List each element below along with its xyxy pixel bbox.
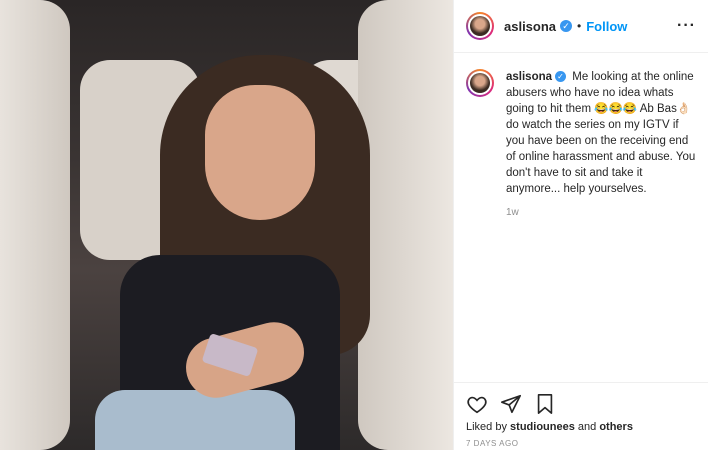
actions-bar: Liked by studiounees and others 7 DAYS A… xyxy=(454,382,708,451)
more-options-icon[interactable]: ··· xyxy=(677,17,696,35)
verified-badge-icon: ✓ xyxy=(555,71,567,83)
likes-and: and xyxy=(577,421,597,433)
caption-text: Me looking at the online abusers who hav… xyxy=(506,71,696,195)
post-sidebar: aslisona ✓ • Follow ··· aslisona ✓ Me loo… xyxy=(453,0,708,450)
caption-username[interactable]: aslisona xyxy=(506,71,552,83)
car-seat-left xyxy=(0,0,70,450)
heart-icon[interactable] xyxy=(466,393,488,415)
separator-dot: • xyxy=(577,19,582,33)
caption-row: aslisona ✓ Me looking at the online abuse… xyxy=(454,53,708,197)
person-jeans xyxy=(95,390,295,450)
avatar[interactable] xyxy=(466,12,494,40)
caption: aslisona ✓ Me looking at the online abuse… xyxy=(506,69,696,197)
post-date[interactable]: 7 DAYS AGO xyxy=(454,433,708,448)
post-photo[interactable] xyxy=(0,0,453,450)
liked-by-user[interactable]: studiounees xyxy=(510,421,575,433)
share-icon[interactable] xyxy=(500,393,522,415)
likes-line: Liked by studiounees and others xyxy=(454,415,708,433)
caption-avatar[interactable] xyxy=(466,69,494,97)
verified-badge-icon: ✓ xyxy=(560,20,573,32)
caption-time: 1w xyxy=(506,207,519,218)
person-face xyxy=(205,85,315,220)
username[interactable]: aslisona xyxy=(504,19,556,34)
likes-others[interactable]: others xyxy=(599,421,633,433)
instagram-post: aslisona ✓ • Follow ··· aslisona ✓ Me loo… xyxy=(0,0,708,450)
likes-prefix: Liked by xyxy=(466,421,507,433)
follow-button[interactable]: Follow xyxy=(586,19,627,34)
bookmark-icon[interactable] xyxy=(534,393,556,415)
post-header: aslisona ✓ • Follow ··· xyxy=(454,0,708,53)
car-seat-right xyxy=(358,0,453,450)
